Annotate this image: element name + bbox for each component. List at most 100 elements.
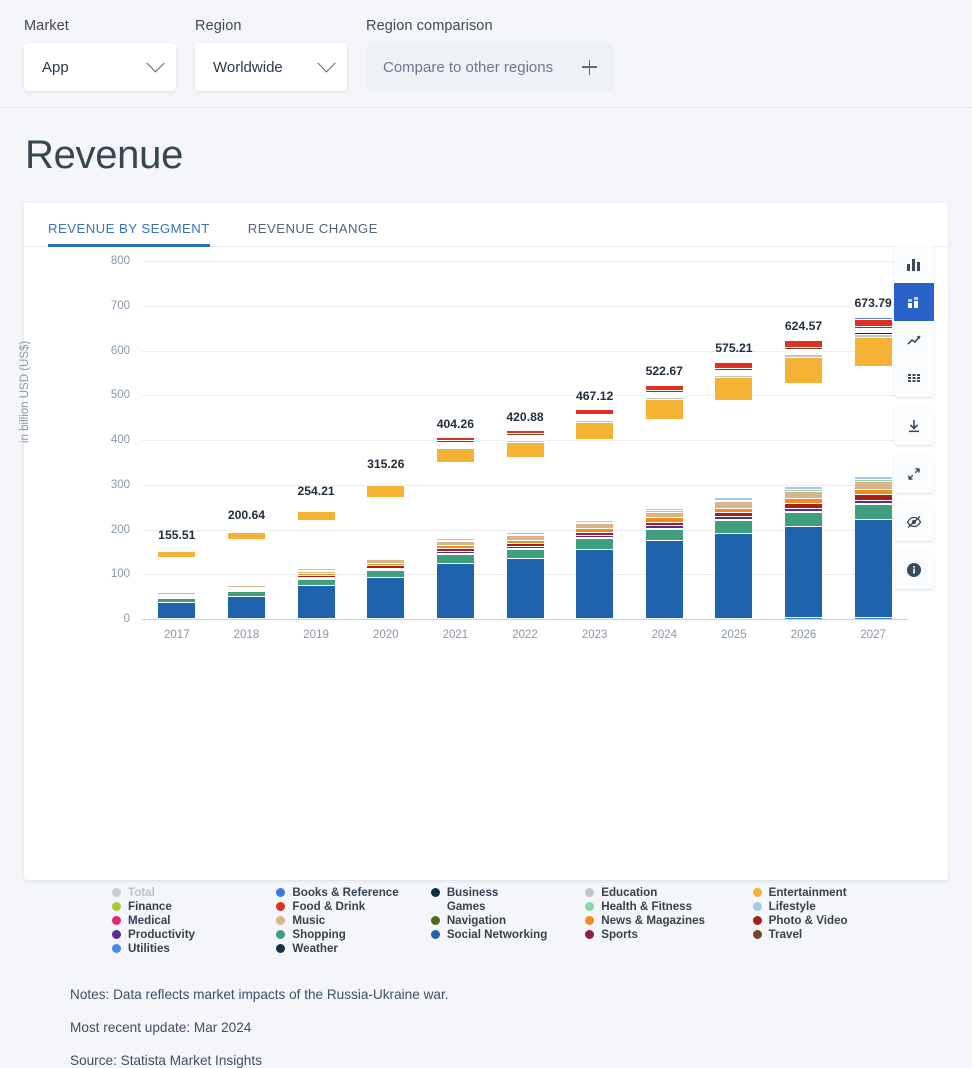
legend-item-finance[interactable]: Finance <box>112 899 276 913</box>
region-select[interactable]: Worldwide <box>195 43 347 91</box>
bar-segment[interactable] <box>507 618 544 619</box>
bar-segment[interactable] <box>507 549 544 559</box>
bar-segment[interactable] <box>646 419 683 508</box>
bar-segment[interactable] <box>298 520 335 569</box>
bar-2021[interactable] <box>437 438 474 619</box>
bar-segment[interactable] <box>715 400 752 496</box>
bar-segment[interactable] <box>785 357 822 383</box>
legend-item-navigation[interactable]: Navigation <box>431 913 585 927</box>
bar-segment[interactable] <box>367 485 404 496</box>
bar-segment[interactable] <box>855 481 892 489</box>
bar-segment[interactable] <box>507 457 544 532</box>
bar-segment[interactable] <box>437 554 474 563</box>
bar-2017[interactable] <box>158 549 195 619</box>
legend-item-business[interactable]: Business <box>431 885 585 899</box>
bar-segment[interactable] <box>785 340 822 347</box>
bar-segment[interactable] <box>576 538 613 549</box>
legend-item-health-fitness[interactable]: Health & Fitness <box>585 899 752 913</box>
bar-segment[interactable] <box>576 618 613 619</box>
bar-segment[interactable] <box>367 497 404 557</box>
bar-2019[interactable] <box>298 505 335 619</box>
bar-segment[interactable] <box>158 602 195 618</box>
bar-2023[interactable] <box>576 410 613 619</box>
legend-item-education[interactable]: Education <box>585 885 752 899</box>
bar-segment[interactable] <box>298 618 335 619</box>
legend-item-entertainment[interactable]: Entertainment <box>753 885 912 899</box>
bar-segment[interactable] <box>646 540 683 617</box>
legend-item-news-magazines[interactable]: News & Magazines <box>585 913 752 927</box>
bar-segment[interactable] <box>785 383 822 486</box>
bar-segment[interactable] <box>158 618 195 619</box>
bar-segment[interactable] <box>298 585 335 618</box>
legend-item-productivity[interactable]: Productivity <box>112 927 276 941</box>
legend-item-music[interactable]: Music <box>276 913 430 927</box>
legend-item-photo-video[interactable]: Photo & Video <box>753 913 912 927</box>
legend-item-shopping[interactable]: Shopping <box>276 927 430 941</box>
compare-regions-button[interactable]: Compare to other regions <box>366 43 613 91</box>
legend-item-medical[interactable]: Medical <box>112 913 276 927</box>
eye-off-icon[interactable] <box>894 503 934 541</box>
bar-segment[interactable] <box>646 399 683 419</box>
info-icon[interactable] <box>894 551 934 589</box>
bar-segment[interactable] <box>507 558 544 618</box>
download-icon[interactable] <box>894 407 934 445</box>
bar-segment[interactable] <box>576 439 613 520</box>
bar-segment[interactable] <box>785 512 822 527</box>
bar-segment[interactable] <box>228 618 265 619</box>
bar-segment[interactable] <box>228 532 265 539</box>
legend-item-utilities[interactable]: Utilities <box>112 941 276 955</box>
bar-segment[interactable] <box>715 533 752 618</box>
legend-item-books-reference[interactable]: Books & Reference <box>276 885 430 899</box>
bar-segment[interactable] <box>855 366 892 476</box>
bar-segment[interactable] <box>437 448 474 462</box>
market-select[interactable]: App <box>24 43 176 91</box>
bar-segment[interactable] <box>298 511 335 520</box>
tab-revenue-by-segment[interactable]: REVENUE BY SEGMENT <box>48 221 210 246</box>
expand-icon[interactable] <box>894 455 934 493</box>
bar-2020[interactable] <box>367 478 404 619</box>
bar-2025[interactable] <box>715 362 752 619</box>
bar-segment[interactable] <box>437 618 474 619</box>
bar-segment[interactable] <box>437 462 474 538</box>
legend-item-food-drink[interactable]: Food & Drink <box>276 899 430 913</box>
bar-chart-icon[interactable] <box>894 245 934 283</box>
bar-segment[interactable] <box>437 563 474 618</box>
tab-revenue-change[interactable]: REVENUE CHANGE <box>248 221 378 246</box>
bar-2018[interactable] <box>228 529 265 619</box>
bar-segment[interactable] <box>855 519 892 617</box>
legend-item-games[interactable]: Games <box>431 899 585 913</box>
legend-item-social-networking[interactable]: Social Networking <box>431 927 585 941</box>
bar-2024[interactable] <box>646 385 683 619</box>
bar-2027[interactable] <box>855 317 892 619</box>
bar-segment[interactable] <box>785 526 822 617</box>
table-icon[interactable] <box>894 359 934 397</box>
legend-item-travel[interactable]: Travel <box>753 927 912 941</box>
legend-item-total[interactable]: Total <box>112 885 276 899</box>
bar-segment[interactable] <box>855 504 892 520</box>
bar-segment[interactable] <box>646 529 683 541</box>
legend-item-weather[interactable]: Weather <box>276 941 430 955</box>
bar-segment[interactable] <box>158 557 195 591</box>
bar-segment[interactable] <box>715 618 752 619</box>
bar-segment[interactable] <box>367 570 404 577</box>
bar-segment[interactable] <box>576 422 613 439</box>
bar-segment[interactable] <box>855 337 892 366</box>
bar-segment[interactable] <box>855 319 892 326</box>
bar-segment[interactable] <box>228 596 265 618</box>
bar-segment[interactable] <box>576 549 613 618</box>
stacked-bar-chart-icon[interactable] <box>894 283 934 321</box>
bar-segment[interactable] <box>367 577 404 618</box>
bar-segment[interactable] <box>715 377 752 400</box>
bar-segment[interactable] <box>646 618 683 619</box>
bar-segment[interactable] <box>715 520 752 533</box>
bar-segment[interactable] <box>507 442 544 457</box>
bar-segment[interactable] <box>785 491 822 498</box>
line-chart-icon[interactable] <box>894 321 934 359</box>
bar-segment[interactable] <box>367 618 404 619</box>
bar-segment[interactable] <box>855 617 892 619</box>
bar-segment[interactable] <box>785 617 822 619</box>
bar-2022[interactable] <box>507 431 544 619</box>
bar-2026[interactable] <box>785 340 822 619</box>
legend-item-lifestyle[interactable]: Lifestyle <box>753 899 912 913</box>
bar-segment[interactable] <box>228 539 265 582</box>
